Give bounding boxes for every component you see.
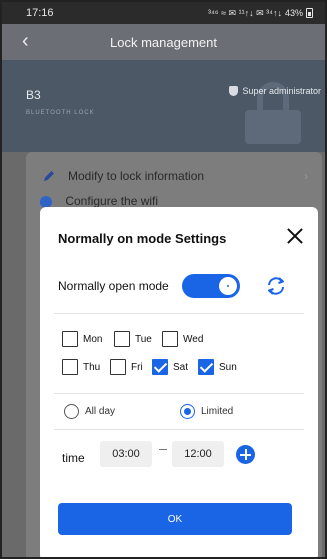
start-time-field[interactable]: 03:00 [100, 441, 152, 467]
radio-limited[interactable]: Limited [180, 404, 233, 419]
clock: 17:16 [26, 7, 54, 19]
checkbox-icon [62, 331, 78, 347]
battery-icon [306, 8, 313, 18]
radio-label: All day [85, 406, 116, 417]
day-checkbox-mon[interactable]: Mon [62, 331, 102, 347]
day-label: Tue [135, 333, 152, 345]
status-bar: 17:16 ³⁴⁶ ≈ ✉ ¹¹↑↓ ✉ ³⁴↑↓ 43% [2, 2, 325, 24]
time-range-dash [159, 449, 167, 450]
normally-open-mode-label: Normally open mode [58, 279, 169, 293]
ok-button[interactable]: OK [58, 503, 292, 535]
checkbox-checked-icon [152, 359, 168, 375]
battery-level: 43% [284, 8, 303, 18]
lock-name: B3 [26, 88, 41, 102]
menu-item-configure-wifi[interactable]: Configure the wifi [40, 194, 158, 208]
day-label: Thu [83, 361, 101, 373]
radio-unselected-icon [64, 404, 79, 419]
status-indicators: ³⁴⁶ ≈ ✉ ¹¹↑↓ ✉ ³⁴↑↓ 43% [208, 8, 313, 19]
role-badge: Super administrator [229, 86, 321, 96]
day-checkbox-sat[interactable]: Sat [152, 359, 188, 375]
close-icon[interactable] [284, 225, 306, 247]
time-label: time [62, 451, 85, 465]
menu-item-label: Configure the wifi [65, 194, 159, 208]
day-label: Wed [183, 333, 204, 345]
pencil-icon [40, 167, 58, 185]
divider [54, 313, 304, 314]
day-label: Sat [173, 361, 189, 373]
normally-open-mode-toggle[interactable] [182, 274, 240, 298]
chevron-right-icon: › [304, 169, 308, 183]
checkbox-icon [110, 359, 126, 375]
day-checkbox-fri[interactable]: Fri [110, 359, 143, 375]
signal-indicators: ³⁴⁶ ≈ ✉ ¹¹↑↓ ✉ ³⁴↑↓ [208, 7, 282, 18]
day-label: Mon [83, 333, 103, 345]
add-time-icon[interactable] [236, 445, 255, 464]
lock-info-panel: B3 BLUETOOTH LOCK Super administrator [2, 60, 325, 152]
checkbox-icon [114, 331, 130, 347]
dialog-title: Normally on mode Settings [58, 231, 227, 246]
checkbox-icon [62, 359, 78, 375]
day-checkbox-sun[interactable]: Sun [198, 359, 237, 375]
day-checkbox-tue[interactable]: Tue [114, 331, 152, 347]
divider [54, 429, 304, 430]
refresh-icon[interactable] [264, 274, 288, 298]
radio-all-day[interactable]: All day [64, 404, 115, 419]
day-checkbox-thu[interactable]: Thu [62, 359, 100, 375]
day-label: Sun [219, 361, 237, 373]
radio-label: Limited [201, 406, 234, 417]
day-label: Fri [131, 361, 143, 373]
normally-on-mode-dialog: Normally on mode Settings Normally open … [40, 207, 318, 557]
menu-item-label: Modify to lock information [68, 169, 205, 183]
back-arrow-icon[interactable]: ‹ [22, 30, 29, 53]
lock-type: BLUETOOTH LOCK [26, 110, 95, 116]
phone-screen: 17:16 ³⁴⁶ ≈ ✉ ¹¹↑↓ ✉ ³⁴↑↓ 43% ‹ Lock man… [0, 0, 327, 559]
shield-icon [229, 86, 239, 96]
page-title: Lock management [110, 34, 217, 50]
end-time-field[interactable]: 12:00 [172, 441, 224, 467]
divider [54, 393, 304, 394]
role-label: Super administrator [242, 86, 321, 96]
menu-item-modify-lock-info[interactable]: Modify to lock information › [26, 160, 322, 192]
checkbox-icon [162, 331, 178, 347]
app-header: ‹ Lock management [2, 24, 325, 60]
day-checkbox-wed[interactable]: Wed [162, 331, 203, 347]
checkbox-checked-icon [198, 359, 214, 375]
radio-selected-icon [180, 404, 195, 419]
